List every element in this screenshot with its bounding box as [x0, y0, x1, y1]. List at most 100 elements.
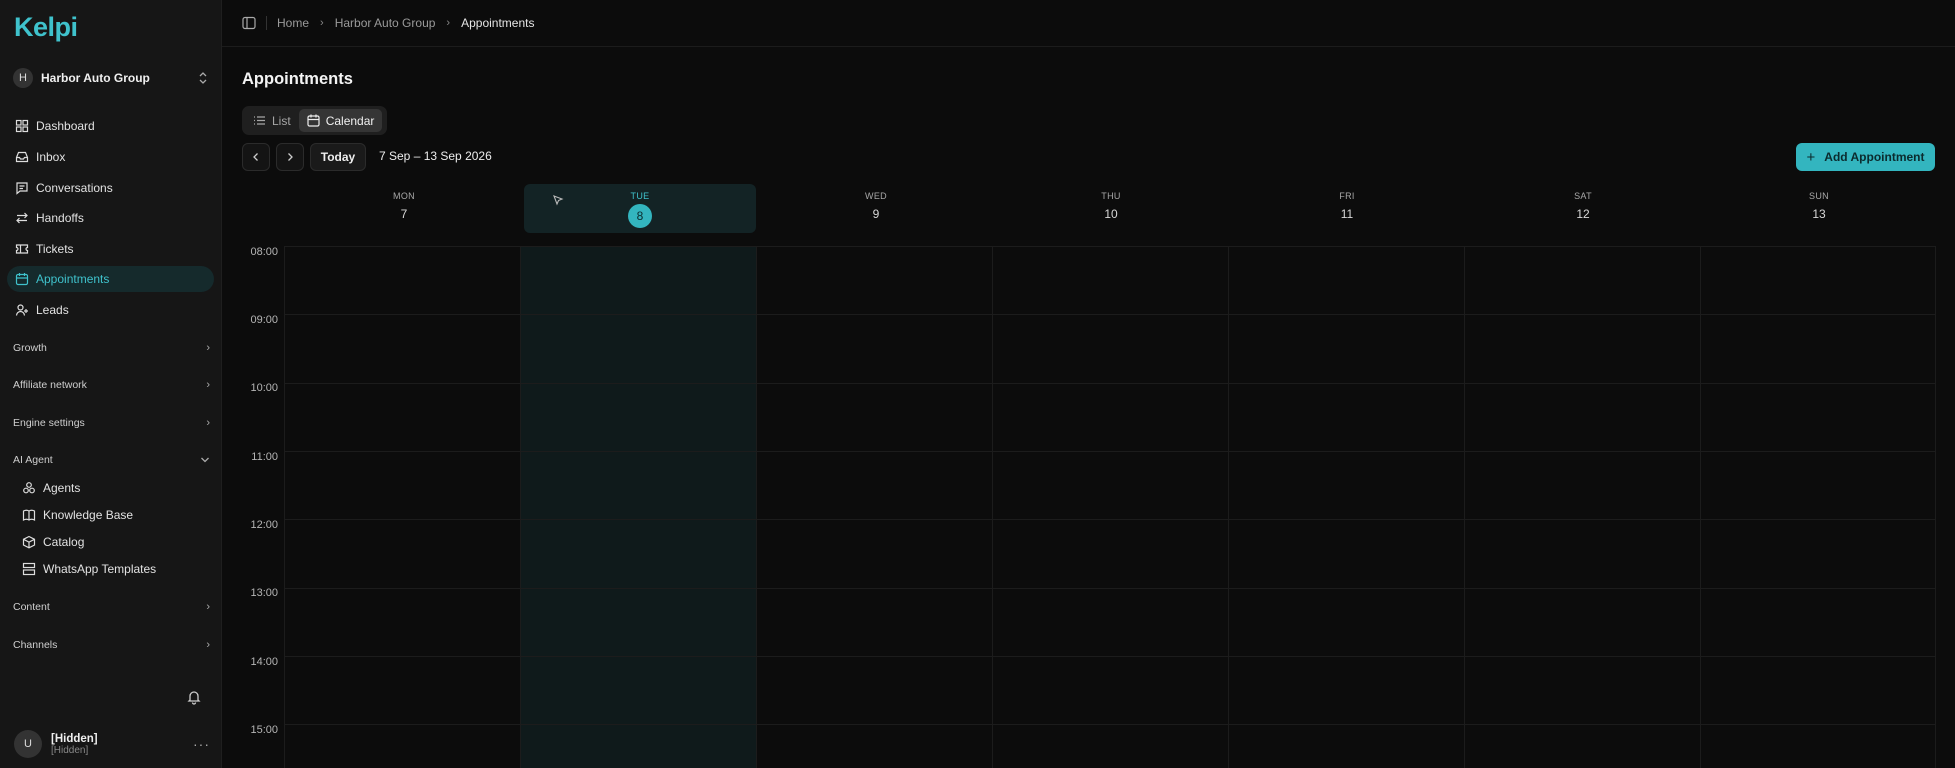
- time-label: 12:00: [250, 519, 278, 531]
- org-switcher[interactable]: H Harbor Auto Group: [8, 65, 214, 91]
- sidebar-item-appointments[interactable]: Appointments: [7, 266, 214, 292]
- nav-group-affiliate[interactable]: Affiliate network ›: [13, 376, 210, 394]
- chevron-down-icon: [201, 457, 209, 463]
- chevron-left-icon: [253, 153, 258, 161]
- day-of-week: WED: [865, 191, 887, 201]
- sidebar-toggle-icon[interactable]: [242, 16, 256, 30]
- next-week-button[interactable]: [276, 143, 304, 171]
- nav-group-engine[interactable]: Engine settings ›: [13, 414, 210, 432]
- day-of-week: SUN: [1809, 191, 1829, 201]
- day-number: 7: [400, 207, 408, 221]
- today-column[interactable]: [520, 246, 756, 768]
- page-title: Appointments: [242, 70, 353, 88]
- day-divider: [1228, 246, 1229, 768]
- day-divider: [1935, 246, 1936, 768]
- sidebar-item-catalog[interactable]: Catalog: [14, 529, 214, 555]
- prev-week-button[interactable]: [242, 143, 270, 171]
- org-name: Harbor Auto Group: [41, 71, 150, 85]
- breadcrumb-org[interactable]: Harbor Auto Group: [335, 16, 436, 30]
- day-number: 10: [1104, 207, 1118, 221]
- divider: [266, 16, 267, 30]
- breadcrumb-home[interactable]: Home: [277, 16, 309, 30]
- group-label: Growth: [13, 342, 47, 354]
- group-label: Content: [13, 601, 50, 613]
- day-divider: [756, 246, 757, 768]
- nav-group-growth[interactable]: Growth ›: [13, 339, 210, 357]
- day-number: 13: [1812, 207, 1826, 221]
- breadcrumb-current: Appointments: [461, 16, 535, 30]
- sidebar-item-agents[interactable]: Agents: [14, 475, 214, 501]
- app-logo[interactable]: Kelpi: [14, 12, 78, 43]
- day-of-week: THU: [1101, 191, 1121, 201]
- view-calendar-label: Calendar: [325, 113, 375, 128]
- day-number: 9: [872, 207, 880, 221]
- sidebar-item-inbox[interactable]: Inbox: [7, 144, 214, 170]
- day-number: 12: [1576, 207, 1590, 221]
- day-header[interactable]: SUN 13: [1703, 184, 1935, 233]
- sidebar-item-tickets[interactable]: Tickets: [7, 236, 214, 262]
- arrows-swap-icon: [16, 212, 28, 224]
- nav-group-content[interactable]: Content ›: [13, 598, 210, 616]
- day-divider: [1464, 246, 1465, 768]
- time-label: 10:00: [250, 382, 278, 394]
- day-header[interactable]: SAT 12: [1467, 184, 1699, 233]
- sidebar-item-label: Leads: [36, 303, 69, 317]
- hour-line: [284, 451, 1936, 452]
- hour-line: [284, 314, 1936, 315]
- plus-icon: +: [1806, 148, 1816, 166]
- sidebar-item-label: Catalog: [43, 535, 85, 549]
- view-list-button[interactable]: List: [245, 109, 299, 132]
- sidebar-item-leads[interactable]: Leads: [7, 297, 214, 323]
- chevron-right-icon: ›: [206, 379, 210, 391]
- calendar-grid[interactable]: [284, 246, 1936, 768]
- hour-line: [284, 519, 1936, 520]
- day-number: 11: [1340, 207, 1354, 221]
- day-header[interactable]: FRI 11: [1231, 184, 1463, 233]
- chevron-right-icon: ›: [206, 342, 210, 354]
- calendar-icon: [15, 273, 29, 286]
- user-name: [Hidden]: [51, 732, 98, 745]
- day-of-week: MON: [393, 191, 415, 201]
- sidebar-item-handoffs[interactable]: Handoffs: [7, 205, 214, 231]
- day-divider: [1700, 246, 1701, 768]
- sidebar-item-dashboard[interactable]: Dashboard: [7, 113, 214, 139]
- day-of-week: SAT: [1574, 191, 1592, 201]
- chevron-right-icon: ›: [206, 417, 210, 429]
- chevron-right-icon: ›: [320, 17, 324, 29]
- chevron-right-icon: ›: [206, 639, 210, 651]
- sidebar-item-label: Tickets: [36, 242, 74, 256]
- chevron-right-icon: ›: [206, 601, 210, 613]
- time-label: 15:00: [250, 724, 278, 736]
- today-button[interactable]: Today: [310, 143, 366, 171]
- day-header[interactable]: THU 10: [995, 184, 1227, 233]
- sidebar-item-label: Dashboard: [36, 119, 95, 133]
- sidebar-item-conversations[interactable]: Conversations: [7, 175, 214, 201]
- hour-line: [284, 656, 1936, 657]
- bell-icon[interactable]: [186, 689, 202, 705]
- hour-line: [284, 246, 1936, 247]
- view-toggle: List Calendar: [242, 106, 387, 135]
- view-list-label: List: [272, 113, 291, 128]
- add-appointment-button[interactable]: + Add Appointment: [1796, 143, 1935, 171]
- nav-group-channels[interactable]: Channels ›: [13, 636, 210, 654]
- more-horizontal-icon[interactable]: ···: [193, 736, 210, 752]
- chevron-right-icon: [288, 153, 293, 161]
- user-menu[interactable]: U [Hidden] [Hidden] ···: [14, 729, 210, 759]
- sidebar: Kelpi H Harbor Auto Group Dashboard Inbo…: [0, 0, 222, 768]
- time-label: 08:00: [250, 246, 278, 258]
- user-plus-icon: [15, 304, 28, 316]
- ticket-icon: [15, 244, 29, 254]
- nav-group-ai-agent[interactable]: AI Agent: [13, 451, 210, 469]
- view-calendar-button[interactable]: Calendar: [298, 109, 383, 132]
- day-header[interactable]: WED 9: [760, 184, 992, 233]
- time-label: 14:00: [250, 656, 278, 668]
- sidebar-item-knowledge-base[interactable]: Knowledge Base: [14, 502, 214, 528]
- top-bar: Home › Harbor Auto Group › Appointments: [222, 0, 1955, 47]
- day-of-week: FRI: [1339, 191, 1355, 201]
- day-header-today[interactable]: TUE 8: [524, 184, 756, 233]
- day-header[interactable]: MON 7: [288, 184, 520, 233]
- hour-line: [284, 383, 1936, 384]
- sidebar-item-whatsapp-templates[interactable]: WhatsApp Templates: [14, 556, 214, 582]
- time-label: 13:00: [250, 587, 278, 599]
- date-range: 7 Sep – 13 Sep 2026: [379, 149, 492, 163]
